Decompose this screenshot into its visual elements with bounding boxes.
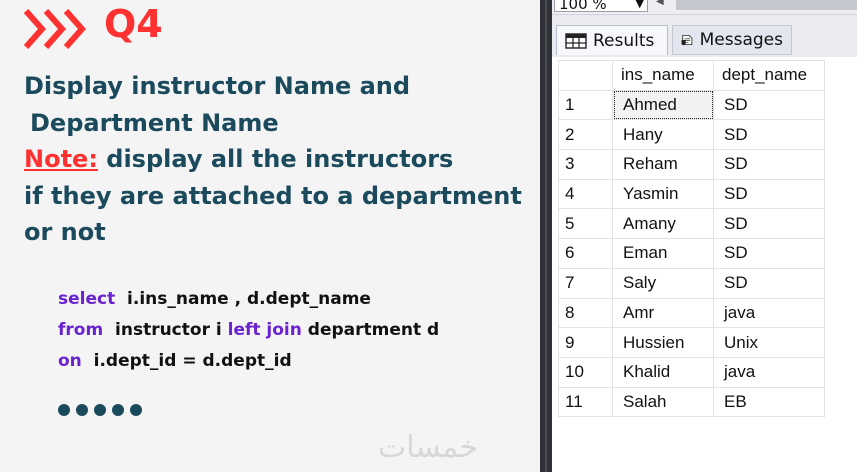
table-row: 10 Khalid java [558,356,825,388]
cell-dept-name[interactable]: SD [713,238,825,269]
row-number[interactable]: 7 [558,267,613,299]
watermark: خمسات [378,430,479,465]
table-row: 8 Amr java [558,297,825,329]
table-row: 1 Ahmed SD [558,89,825,121]
tab-results[interactable]: Results [556,25,668,55]
cell-dept-name[interactable]: Unix [713,327,825,358]
tab-results-label: Results [593,30,655,51]
dot [58,404,70,416]
table-row: 9 Hussien Unix [558,327,825,358]
tab-messages-label: Messages [699,30,783,50]
keyword-on: on [58,351,82,371]
cell-dept-name[interactable]: java [713,297,825,329]
row-number[interactable]: 8 [558,297,613,329]
question-title: Q4 [104,2,163,46]
code-text: i.ins_name , d.dept_name [115,289,371,309]
code-line-2: from instructor i left join department d [58,315,439,346]
cell-dept-name[interactable]: EB [713,386,825,418]
task-line-1: Display instructor Name and [24,72,411,100]
table-row: 7 Saly SD [558,267,825,299]
cell-ins-name[interactable]: Yasmin [612,178,714,210]
cell-ins-name[interactable]: Ahmed [612,89,714,121]
cell-ins-name[interactable]: Eman [612,238,714,269]
scroll-left-icon[interactable]: ◀ [656,0,664,7]
dot [130,404,142,416]
cell-dept-name[interactable]: SD [713,267,825,299]
zoom-select[interactable]: 100 % ▼ [554,0,648,13]
zoom-bar: 100 % ▼ ◀ [552,0,857,15]
note-line-2: if they are attached to a department [24,181,522,210]
cell-ins-name[interactable]: Hany [612,119,714,151]
keyword-from: from [58,320,104,340]
row-number[interactable]: 9 [558,327,613,358]
task-description: Display instructor Name and Department N… [24,68,522,251]
cell-dept-name[interactable]: SD [713,89,825,121]
table-row: 3 Reham SD [558,149,825,180]
cell-dept-name[interactable]: SD [713,208,825,240]
dot [112,404,124,416]
table-row: 4 Yasmin SD [558,178,825,210]
column-header-ins-name[interactable]: ins_name [612,60,714,91]
note-text: display all the instructors [97,145,454,173]
cell-ins-name[interactable]: Salah [612,386,714,418]
row-number[interactable]: 1 [558,89,613,121]
note-line: Note: display all the instructors [24,141,522,178]
cell-dept-name[interactable]: SD [713,149,825,180]
slide-panel: Q4 Display instructor Name and Departmen… [0,0,540,472]
results-grid: ins_name dept_name 1 Ahmed SD 2 Hany SD … [558,60,825,418]
chevron-down-icon: ▼ [635,0,644,10]
dot [76,404,88,416]
cell-ins-name[interactable]: Amr [612,297,714,329]
keyword-select: select [58,289,116,309]
row-number[interactable]: 6 [558,238,613,269]
cell-ins-name[interactable]: Saly [612,267,714,299]
sql-code: select i.ins_name , d.dept_name from ins… [58,284,439,377]
code-text: department d [301,320,440,340]
zoom-value: 100 % [559,0,607,13]
table-row: 6 Eman SD [558,238,825,269]
cell-ins-name[interactable]: Hussien [612,327,714,358]
chevrons-right-icon [23,9,87,49]
dot [94,404,106,416]
code-line-3: on i.dept_id = d.dept_id [58,346,439,377]
row-number-header[interactable] [558,60,613,91]
row-number[interactable]: 3 [558,149,613,180]
cell-dept-name[interactable]: SD [713,178,825,210]
cell-ins-name[interactable]: Khalid [612,356,714,388]
header-row: ins_name dept_name [558,60,825,91]
results-pane: 100 % ▼ ◀ Results Messages ins_name dept… [552,0,857,472]
cell-ins-name[interactable]: Amany [612,208,714,240]
messages-icon [681,35,693,45]
row-number[interactable]: 10 [558,356,613,388]
row-number[interactable]: 11 [558,386,613,418]
cell-ins-name[interactable]: Reham [612,149,714,180]
results-tabs: Results Messages [552,15,857,57]
note-label: Note: [24,145,98,173]
table-row: 2 Hany SD [558,119,825,151]
grid-icon [565,32,587,49]
table-row: 5 Amany SD [558,208,825,240]
table-row: 11 Salah EB [558,386,825,418]
task-line-2: Department Name [30,108,279,137]
tab-messages[interactable]: Messages [672,25,792,55]
row-number[interactable]: 4 [558,178,613,210]
row-number[interactable]: 5 [558,208,613,240]
code-line-1: select i.ins_name , d.dept_name [58,284,439,315]
cell-dept-name[interactable]: SD [713,119,825,151]
horizontal-scrollbar[interactable] [676,0,857,10]
ellipsis-dots [58,404,142,416]
panel-divider-line [545,0,547,472]
row-number[interactable]: 2 [558,119,613,151]
code-text: instructor i [103,320,228,340]
note-line-3: or not [24,218,106,246]
keyword-left-join: left join [227,320,302,340]
cell-dept-name[interactable]: java [713,356,825,388]
column-header-dept-name[interactable]: dept_name [713,60,825,91]
code-text: i.dept_id = d.dept_id [81,351,292,371]
